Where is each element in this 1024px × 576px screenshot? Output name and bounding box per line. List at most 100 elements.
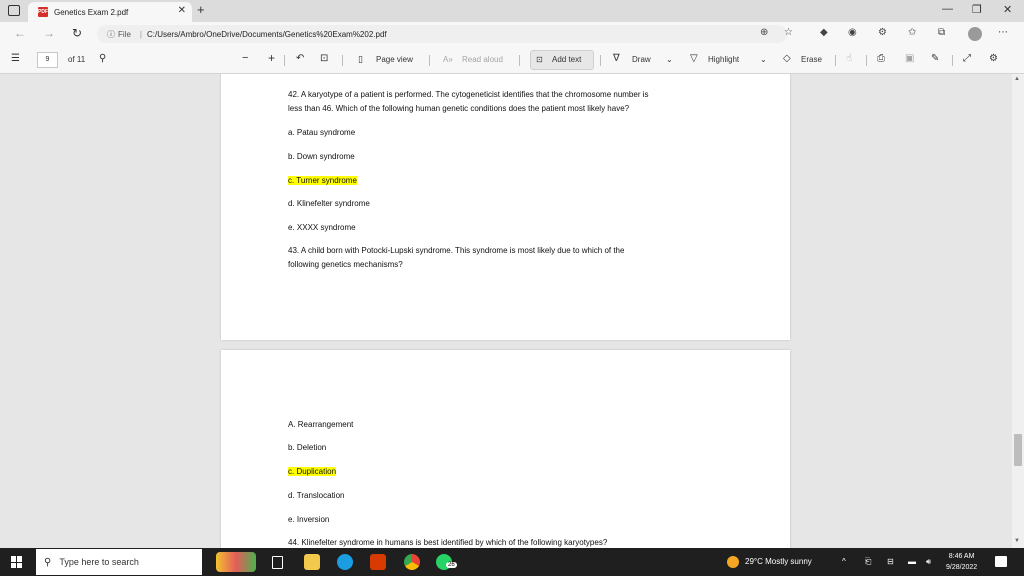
highlight-button[interactable]: Highlight bbox=[708, 55, 739, 64]
taskbar-search-box[interactable]: ⚲ Type here to search bbox=[36, 549, 202, 575]
page-view-icon: ▯ bbox=[358, 54, 363, 64]
scroll-down-icon[interactable]: ▼ bbox=[1014, 538, 1020, 544]
address-bar[interactable]: ⓘ File | C:/Users/Ambro/OneDrive/Documen… bbox=[97, 25, 787, 43]
print-icon[interactable]: ⎙ bbox=[877, 53, 885, 64]
eraser-icon: ◇ bbox=[783, 53, 791, 64]
chevron-down-icon[interactable]: ⌄ bbox=[760, 55, 767, 64]
task-view-icon[interactable] bbox=[272, 556, 283, 569]
new-tab-button[interactable]: + bbox=[197, 2, 205, 17]
touch-write-icon[interactable]: ☝ bbox=[846, 53, 852, 64]
windows-start-icon[interactable] bbox=[11, 556, 23, 568]
draw-button[interactable]: Draw bbox=[632, 55, 651, 64]
read-aloud-button[interactable]: Read aloud bbox=[462, 55, 503, 64]
document-viewer[interactable]: 42. A karyotype of a patient is performe… bbox=[0, 74, 1012, 548]
pdf-icon: PDF bbox=[38, 7, 48, 17]
page-view-button[interactable]: Page view bbox=[376, 55, 413, 64]
highlight-icon: ▽ bbox=[690, 53, 698, 64]
notifications-icon[interactable] bbox=[995, 556, 1007, 567]
volume-icon[interactable]: 🔊︎ bbox=[926, 557, 931, 567]
separator bbox=[952, 55, 953, 66]
zoom-in-icon[interactable]: + bbox=[268, 51, 275, 65]
option-42-d: d. Klinefelter syndrome bbox=[288, 199, 370, 208]
fullscreen-icon[interactable]: ⤢ bbox=[963, 53, 971, 64]
collections-icon[interactable]: ⧉ bbox=[938, 27, 945, 38]
weather-text[interactable]: 29°C Mostly sunny bbox=[745, 557, 812, 566]
address-separator: | bbox=[139, 29, 142, 39]
option-43-d: d. Translocation bbox=[288, 491, 345, 500]
search-placeholder: Type here to search bbox=[59, 557, 139, 567]
address-url: C:/Users/Ambro/OneDrive/Documents/Geneti… bbox=[146, 29, 387, 39]
minimize-icon[interactable]: — bbox=[942, 3, 953, 15]
address-prefix: File bbox=[118, 29, 131, 39]
save-icon[interactable]: ▣ bbox=[905, 53, 914, 64]
pdf-toolbar: ☰ 9 of 11 ⚲ − + ↶ ⊡ ▯ Page view A» Read … bbox=[0, 46, 1024, 74]
vertical-scrollbar[interactable]: ▲ ▼ bbox=[1012, 74, 1024, 548]
tray-app-icon[interactable]: ⎗ bbox=[865, 557, 871, 567]
read-aloud-address-icon[interactable]: ☆ bbox=[784, 27, 793, 38]
separator bbox=[342, 55, 343, 66]
restore-icon[interactable]: ❐ bbox=[972, 3, 982, 16]
settings-extension-icon[interactable]: ⚙ bbox=[878, 27, 887, 38]
scroll-thumb[interactable] bbox=[1014, 434, 1022, 466]
chevron-up-icon[interactable]: ^ bbox=[842, 557, 846, 566]
weather-icon[interactable] bbox=[727, 556, 739, 568]
close-window-icon[interactable]: ✕ bbox=[1003, 3, 1012, 16]
question-43-line-1: 43. A child born with Potocki-Lupski syn… bbox=[288, 246, 625, 255]
info-icon: ⓘ bbox=[107, 29, 115, 39]
file-explorer-icon[interactable] bbox=[304, 554, 320, 570]
chevron-down-icon[interactable]: ⌄ bbox=[666, 55, 673, 64]
separator bbox=[866, 55, 867, 66]
page-number-input[interactable]: 9 bbox=[37, 52, 58, 68]
whatsapp-badge: 26 bbox=[446, 562, 457, 568]
back-icon[interactable]: ← bbox=[14, 26, 26, 40]
option-43-b: b. Deletion bbox=[288, 443, 327, 452]
clock[interactable]: 8:46 AM 9/28/2022 bbox=[946, 551, 977, 573]
close-icon[interactable]: ✕ bbox=[178, 5, 186, 16]
tray-network-icon[interactable]: ⊟ bbox=[887, 557, 894, 566]
date: 9/28/2022 bbox=[946, 564, 978, 571]
office-icon[interactable] bbox=[370, 554, 386, 570]
question-42-line-1: 42. A karyotype of a patient is performe… bbox=[288, 90, 649, 99]
navigation-bar: ← → ↻ ⓘ File | C:/Users/Ambro/OneDrive/D… bbox=[0, 22, 1024, 46]
erase-button[interactable]: Erase bbox=[801, 55, 822, 64]
option-43-a: A. Rearrangement bbox=[288, 420, 354, 429]
search-highlight-icon[interactable] bbox=[216, 552, 256, 572]
contents-icon[interactable]: ☰ bbox=[11, 53, 20, 64]
profile-avatar[interactable] bbox=[968, 27, 982, 41]
extension-circle-icon[interactable]: ◉ bbox=[848, 27, 857, 38]
option-42-b: b. Down syndrome bbox=[288, 152, 355, 161]
time: 8:46 AM bbox=[948, 553, 975, 560]
tab-strip: PDF Genetics Exam 2.pdf ✕ + — ❐ ✕ bbox=[0, 0, 1024, 22]
save-as-icon[interactable]: ✎ bbox=[931, 53, 939, 64]
search-icon: ⚲ bbox=[44, 556, 52, 568]
edge-icon[interactable] bbox=[337, 554, 353, 570]
find-icon[interactable]: ⚲ bbox=[99, 53, 106, 64]
separator bbox=[429, 55, 430, 66]
page-total: of 11 bbox=[68, 55, 86, 64]
scroll-up-icon[interactable]: ▲ bbox=[1014, 76, 1020, 82]
separator bbox=[600, 55, 601, 66]
tab-actions-icon[interactable] bbox=[8, 5, 20, 16]
rotate-icon[interactable]: ↶ bbox=[296, 53, 304, 64]
more-icon[interactable]: ⋯ bbox=[998, 27, 1008, 38]
tab-title: Genetics Exam 2.pdf bbox=[54, 7, 129, 17]
zoom-icon[interactable]: ⊕ bbox=[760, 27, 768, 38]
forward-icon[interactable]: → bbox=[43, 26, 55, 40]
option-42-c-highlighted: c. Turner syndrome bbox=[288, 176, 357, 185]
zoom-out-icon[interactable]: − bbox=[242, 52, 248, 64]
option-42-a: a. Patau syndrome bbox=[288, 128, 356, 137]
browser-tab[interactable]: PDF Genetics Exam 2.pdf ✕ bbox=[28, 2, 192, 22]
fit-page-icon[interactable]: ⊡ bbox=[320, 53, 328, 64]
extension-icon[interactable]: ◆ bbox=[820, 27, 828, 38]
battery-icon[interactable]: ▬ bbox=[908, 557, 916, 566]
taskbar: ⚲ Type here to search 26 29°C Mostly sun… bbox=[0, 548, 1024, 576]
pdf-page: A. Rearrangement b. Deletion c. Duplicat… bbox=[221, 350, 790, 548]
pdf-page: 42. A karyotype of a patient is performe… bbox=[221, 74, 790, 340]
read-aloud-icon: A» bbox=[443, 55, 453, 64]
pdf-settings-icon[interactable]: ⚙ bbox=[989, 53, 998, 64]
separator bbox=[835, 55, 836, 66]
chrome-icon[interactable] bbox=[404, 554, 420, 570]
question-44-line-1: 44. Klinefelter syndrome in humans is be… bbox=[288, 538, 608, 547]
refresh-icon[interactable]: ↻ bbox=[72, 26, 82, 40]
favorites-icon[interactable]: ✩ bbox=[908, 27, 916, 38]
